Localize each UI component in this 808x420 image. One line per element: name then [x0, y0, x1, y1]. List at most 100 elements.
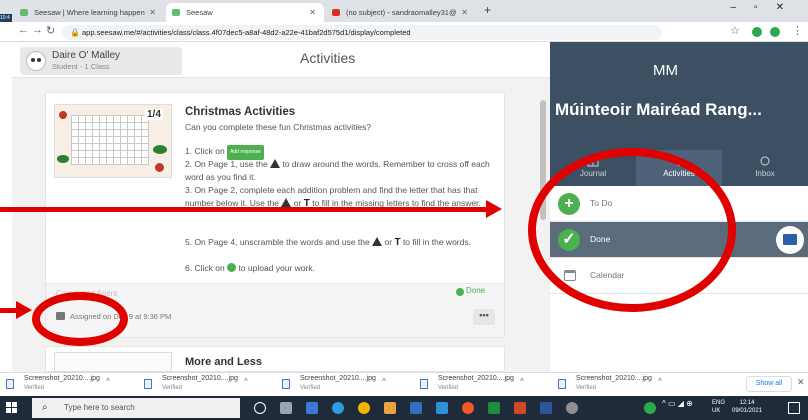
- tab-inbox[interactable]: Inbox: [722, 150, 808, 186]
- action-center-icon[interactable]: [788, 402, 800, 414]
- browser-tab-gmail[interactable]: (no subject) - sandraomalley31@ ✕: [326, 3, 476, 22]
- decoration-leaf: [153, 145, 167, 154]
- language-code: ENG: [712, 400, 726, 406]
- more-options-button[interactable]: •••: [473, 309, 495, 325]
- annotation-arrowhead: [16, 301, 32, 319]
- windows-start-icon[interactable]: [6, 402, 17, 413]
- word-search-grid: [71, 115, 149, 165]
- store-icon[interactable]: [410, 402, 422, 414]
- language-indicator[interactable]: ENG UK: [712, 399, 725, 415]
- download-filename: Screenshot_20210....jpg: [162, 375, 238, 382]
- cortana-icon[interactable]: [254, 402, 266, 414]
- tab-label: Inbox: [755, 169, 775, 178]
- download-item[interactable]: Screenshot_20210....jpg Verified ^: [2, 374, 134, 394]
- extension-icon[interactable]: [752, 27, 762, 37]
- download-filename: Screenshot_20210....jpg: [576, 375, 652, 382]
- step-text: 5. On Page 4, unscramble the words and u…: [185, 237, 370, 247]
- back-arrow-icon[interactable]: ←: [18, 24, 29, 36]
- close-tab-icon[interactable]: ✕: [309, 3, 316, 22]
- class-name[interactable]: Múinteoir Mairéad Rang...: [555, 100, 762, 120]
- powerpoint-icon[interactable]: [514, 402, 526, 414]
- step-text: to fill in the words.: [402, 237, 471, 247]
- drawing-tool-icon: [281, 198, 292, 207]
- gmail-favicon-icon: [332, 9, 340, 16]
- drawing-tool-icon: [372, 237, 383, 246]
- app-icon[interactable]: [306, 402, 318, 414]
- file-explorer-icon[interactable]: [384, 402, 396, 414]
- app-icon[interactable]: [462, 402, 474, 414]
- annotation-circle: [528, 148, 736, 312]
- step-text: 2. On Page 1, use the: [185, 159, 268, 169]
- download-item[interactable]: Screenshot_20210....jpg Verified ^: [140, 374, 272, 394]
- chevron-up-icon[interactable]: ^: [106, 377, 110, 386]
- browser-menu-icon[interactable]: ⋮: [792, 24, 803, 37]
- search-icon: ⌕: [42, 402, 48, 413]
- tray-app-icon[interactable]: [644, 402, 656, 414]
- status-badge: Done: [466, 286, 486, 295]
- bookmark-star-icon[interactable]: ☆: [730, 24, 740, 37]
- student-subtitle: Student - 1 Class: [52, 62, 110, 71]
- download-status: Verified: [300, 385, 321, 391]
- window-controls[interactable]: –▫✕: [731, 2, 803, 13]
- seesaw-favicon-icon: [172, 9, 180, 16]
- download-status: Verified: [162, 385, 183, 391]
- system-tray-icons[interactable]: ^ ▭ ◢ ⊕: [662, 399, 693, 408]
- image-file-icon: [558, 379, 566, 389]
- tab-title: Seesaw: [186, 8, 213, 17]
- image-file-icon: [420, 379, 428, 389]
- step-text: 1. Click on: [185, 146, 225, 156]
- extension-icon[interactable]: [770, 27, 780, 37]
- show-all-downloads-button[interactable]: Show all: [746, 376, 792, 392]
- download-item[interactable]: Screenshot_20210....jpg Verified ^: [416, 374, 548, 394]
- chevron-up-icon[interactable]: ^: [382, 377, 386, 386]
- page-count-badge: 1/4: [145, 109, 163, 120]
- annotation-arrowhead: [486, 200, 502, 218]
- download-filename: Screenshot_20210....jpg: [300, 375, 376, 382]
- new-tab-button[interactable]: +: [484, 3, 491, 17]
- activity-thumbnail[interactable]: [54, 352, 172, 372]
- chrome-icon[interactable]: [358, 402, 370, 414]
- taskbar-clock[interactable]: 12:14 09/01/2021: [732, 399, 762, 415]
- tab-title: (no subject) - sandraomalley31@: [346, 8, 457, 17]
- instruction-step-5: 5. On Page 4, unscramble the words and u…: [185, 236, 500, 249]
- download-status: Verified: [24, 385, 45, 391]
- mail-icon[interactable]: [436, 402, 448, 414]
- browser-tab-bar: Seesaw | Where learning happen ✕ Seesaw …: [0, 0, 808, 22]
- annotation-circle: [32, 292, 128, 346]
- region-code: UK: [712, 408, 721, 414]
- decoration-berry: [155, 163, 164, 172]
- step-text: to upload your work.: [238, 263, 315, 273]
- student-name: Daire O' Malley: [52, 50, 121, 61]
- clock-time: 12:14: [739, 400, 755, 406]
- chevron-up-icon[interactable]: ^: [520, 377, 524, 386]
- word-icon[interactable]: [540, 402, 552, 414]
- close-tab-icon[interactable]: ✕: [461, 3, 468, 22]
- edge-icon[interactable]: [332, 402, 344, 414]
- class-initials-avatar: MM: [653, 62, 678, 79]
- activity-subtitle: Can you complete these fun Christmas act…: [185, 122, 372, 132]
- instruction-step-2: 2. On Page 1, use the to draw around the…: [185, 158, 500, 184]
- lock-icon: 🔒: [70, 28, 80, 37]
- chevron-up-icon[interactable]: ^: [244, 377, 248, 386]
- app-icon[interactable]: [566, 402, 578, 414]
- step-text: 6. Click on: [185, 263, 225, 273]
- task-view-icon[interactable]: [280, 402, 292, 414]
- close-downloads-icon[interactable]: ✕: [797, 377, 805, 388]
- url-field[interactable]: 🔒 app.seesaw.me/#/activities/class/class…: [62, 25, 662, 40]
- download-status: Verified: [576, 385, 597, 391]
- excel-icon[interactable]: [488, 402, 500, 414]
- decoration-berry: [59, 111, 67, 119]
- image-file-icon: [6, 379, 14, 389]
- browser-tab-seesaw-home[interactable]: Seesaw | Where learning happen ✕: [14, 3, 164, 22]
- download-filename: Screenshot_20210....jpg: [438, 375, 514, 382]
- close-tab-icon[interactable]: ✕: [149, 3, 156, 22]
- reload-icon[interactable]: ↻: [46, 24, 55, 37]
- annotation-arrow: [0, 207, 488, 212]
- activity-title: Christmas Activities: [185, 106, 296, 118]
- browser-tab-seesaw[interactable]: Seesaw ✕: [166, 3, 324, 22]
- download-item[interactable]: Screenshot_20210....jpg Verified ^: [278, 374, 410, 394]
- forward-arrow-icon[interactable]: →: [32, 24, 43, 36]
- seesaw-favicon-icon: [20, 9, 28, 16]
- chevron-up-icon[interactable]: ^: [658, 377, 662, 386]
- download-item[interactable]: Screenshot_20210....jpg Verified ^: [554, 374, 686, 394]
